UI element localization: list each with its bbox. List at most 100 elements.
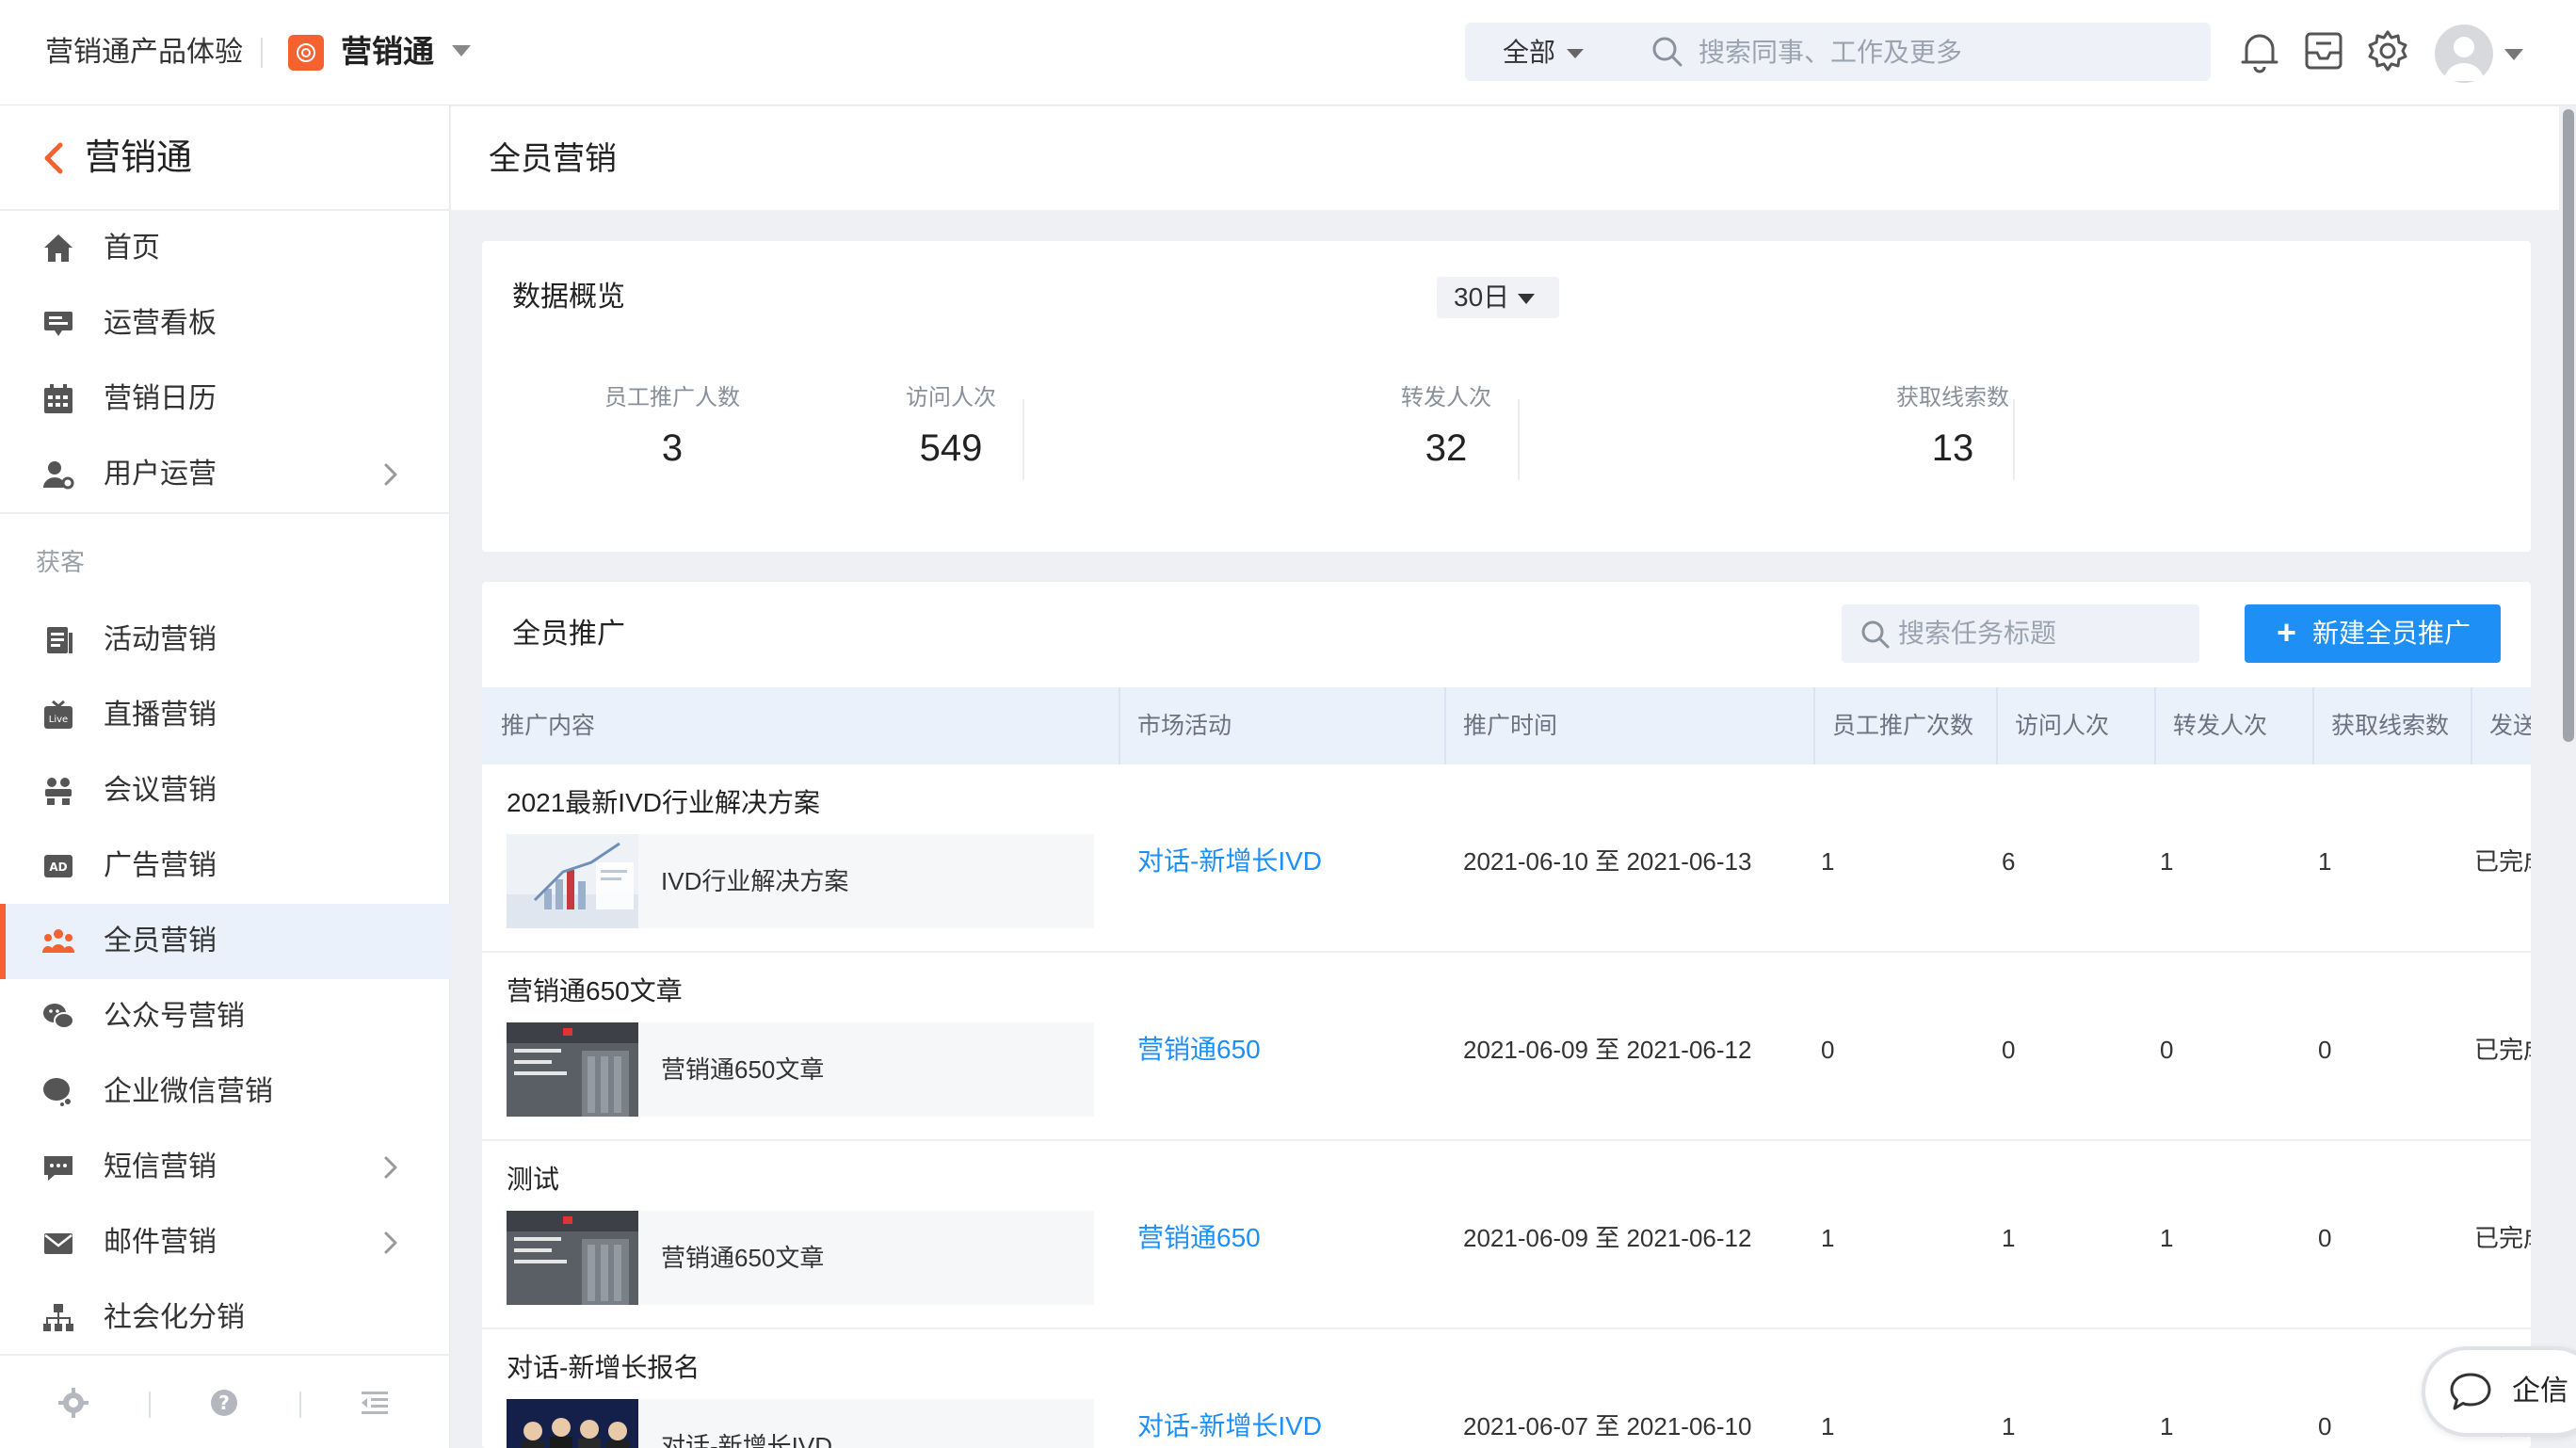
chat-widget-label: 企信 <box>2512 1376 2568 1407</box>
new-promotion-button[interactable]: + 新建全员推广 <box>2245 604 2501 663</box>
section-label: 获客 <box>36 548 86 576</box>
range-select-value: 30日 <box>1454 282 1510 312</box>
inbox-icon[interactable] <box>2303 28 2344 73</box>
caret-down-icon <box>1518 294 1535 304</box>
row-title[interactable]: 营销通650文章 <box>507 973 683 1009</box>
sidebar-item-label: 直播营销 <box>104 700 217 731</box>
task-search-input[interactable]: 搜索任务标题 <box>1898 618 2056 650</box>
sidebar-item-mail[interactable]: 邮件营销 <box>0 1205 450 1280</box>
back-arrow-icon[interactable] <box>41 141 66 175</box>
sidebar-item-ad-marketing[interactable]: AD 广告营销 <box>0 829 450 904</box>
sidebar-item-meeting-marketing[interactable]: 会议营销 <box>0 753 450 829</box>
visits: 1 <box>2002 1412 2016 1440</box>
chevron-down-icon[interactable] <box>1567 49 1584 58</box>
content-card[interactable]: 营销通650文章 <box>507 1211 1094 1305</box>
column-header-forwards: 转发人次 <box>2173 713 2268 739</box>
employee-count: 1 <box>1821 1224 1835 1252</box>
chevron-right-icon <box>380 461 401 488</box>
content-card[interactable]: 对话-新增长IVD <box>507 1399 1094 1448</box>
sidebar-item-label: 邮件营销 <box>104 1227 217 1258</box>
sidebar-item-social-distribution[interactable]: 社会化分销 <box>0 1280 450 1356</box>
promotion-time: 2021-06-07 至 2021-06-10 <box>1463 1412 1752 1440</box>
stat-value: 32 <box>1425 427 1468 469</box>
help-icon[interactable]: ? <box>207 1386 241 1420</box>
document-icon <box>41 623 75 657</box>
sidebar-item-event-marketing[interactable]: 活动营销 <box>0 603 450 678</box>
status: 已完成 <box>2474 847 2531 876</box>
sidebar-item-live-marketing[interactable]: Live 直播营销 <box>0 678 450 753</box>
row-title[interactable]: 测试 <box>507 1162 559 1198</box>
sidebar-item-label: 全员营销 <box>104 925 217 957</box>
card-title: 全员推广 <box>512 619 625 650</box>
sidebar-item-board[interactable]: 运营看板 <box>0 286 450 362</box>
app-switcher[interactable]: 营销通 <box>341 31 434 72</box>
employee-count: 1 <box>1821 1412 1835 1440</box>
sidebar-item-label: 活动营销 <box>104 624 217 655</box>
collapse-menu-icon[interactable] <box>358 1386 392 1420</box>
data-overview-card: 数据概览 30日 员工推广人数 3 访问人次 549 转发人次 32 获取线索数… <box>482 241 2531 552</box>
sidebar-item-home[interactable]: 首页 <box>0 211 450 286</box>
activity-link[interactable]: 对话-新增长IVD <box>1137 844 1322 879</box>
svg-text:AD: AD <box>49 861 67 874</box>
svg-text:Live: Live <box>49 715 68 725</box>
leads: 0 <box>2318 1224 2332 1252</box>
chevron-down-icon[interactable] <box>2504 49 2523 60</box>
tenant-name[interactable]: 营销通产品体验 <box>45 34 243 72</box>
bell-icon[interactable] <box>2239 28 2280 73</box>
sidebar-item-wecom[interactable]: 企业微信营销 <box>0 1054 450 1130</box>
gear-icon[interactable] <box>2365 28 2410 73</box>
sidebar-item-all-staff-marketing[interactable]: 全员营销 <box>0 904 450 979</box>
chat-widget[interactable]: 企信 <box>2422 1346 2576 1437</box>
table-row[interactable]: 营销通650文章 营销通650文章 营销通650 2021-06-09 至 20… <box>482 953 2531 1141</box>
sidebar-item-label: 短信营销 <box>104 1151 217 1183</box>
sidebar-item-sms[interactable]: 短信营销 <box>0 1130 450 1205</box>
range-select[interactable]: 30日 <box>1437 277 1559 318</box>
stat-label: 获取线索数 <box>1896 385 2009 410</box>
forwards: 1 <box>2160 847 2174 876</box>
ad-icon: AD <box>41 849 75 883</box>
home-icon <box>41 232 75 265</box>
content-card[interactable]: 营销通650文章 <box>507 1022 1094 1117</box>
hierarchy-icon <box>41 1301 75 1335</box>
activity-link[interactable]: 营销通650 <box>1137 1220 1261 1256</box>
svg-text:?: ? <box>218 1392 230 1414</box>
column-header-visits: 访问人次 <box>2015 713 2110 739</box>
activity-link[interactable]: 对话-新增长IVD <box>1137 1408 1322 1444</box>
avatar[interactable] <box>2435 24 2493 83</box>
sidebar-item-label: 广告营销 <box>104 850 217 881</box>
global-search[interactable]: 全部 搜索同事、工作及更多 <box>1465 23 2211 81</box>
stat-label: 转发人次 <box>1401 385 1491 410</box>
thumbnail-image <box>507 834 638 928</box>
leads: 1 <box>2318 847 2332 876</box>
column-header-employee-count: 员工推广次数 <box>1832 713 1974 739</box>
table-row[interactable]: 对话-新增长报名 对话-新增长IVD 对话-新增长IVD 2021-06-07 … <box>482 1329 2531 1448</box>
sidebar-item-user-ops[interactable]: 用户运营 <box>0 437 450 512</box>
column-header-status: 发送状态 <box>2489 713 2531 739</box>
page-title: 全员营销 <box>489 141 617 177</box>
search-input[interactable]: 搜索同事、工作及更多 <box>1699 38 1962 68</box>
calendar-icon <box>41 382 75 416</box>
task-search[interactable]: 搜索任务标题 <box>1842 604 2199 663</box>
stat-label: 访问人次 <box>906 385 996 410</box>
scrollbar-thumb[interactable] <box>2563 109 2574 742</box>
activity-link[interactable]: 营销通650 <box>1137 1032 1261 1068</box>
sidebar-item-calendar[interactable]: 营销日历 <box>0 362 450 437</box>
content-title: 对话-新增长IVD <box>661 1432 833 1448</box>
content-title: 营销通650文章 <box>661 1055 825 1084</box>
sidebar-item-official-account[interactable]: 公众号营销 <box>0 979 450 1054</box>
board-icon <box>41 307 75 341</box>
table-row[interactable]: 测试 营销通650文章 营销通650 2021-06-09 至 2021-06-… <box>482 1141 2531 1329</box>
chevron-right-icon <box>380 1230 401 1256</box>
search-icon <box>1860 619 1891 650</box>
chevron-down-icon[interactable] <box>452 45 471 56</box>
table-row[interactable]: 2021最新IVD行业解决方案 IVD行业解决方案 对话-新增长IVD 2021… <box>482 764 2531 953</box>
sidebar-item-label: 营销日历 <box>104 383 217 414</box>
row-title[interactable]: 2021最新IVD行业解决方案 <box>507 785 820 821</box>
meeting-icon <box>41 774 75 808</box>
gear-icon[interactable] <box>56 1386 90 1420</box>
chevron-right-icon <box>380 1154 401 1181</box>
search-scope-select[interactable]: 全部 <box>1503 38 1555 68</box>
row-title[interactable]: 对话-新增长报名 <box>507 1350 700 1386</box>
content-card[interactable]: IVD行业解决方案 <box>507 834 1094 928</box>
forwards: 1 <box>2160 1224 2174 1252</box>
